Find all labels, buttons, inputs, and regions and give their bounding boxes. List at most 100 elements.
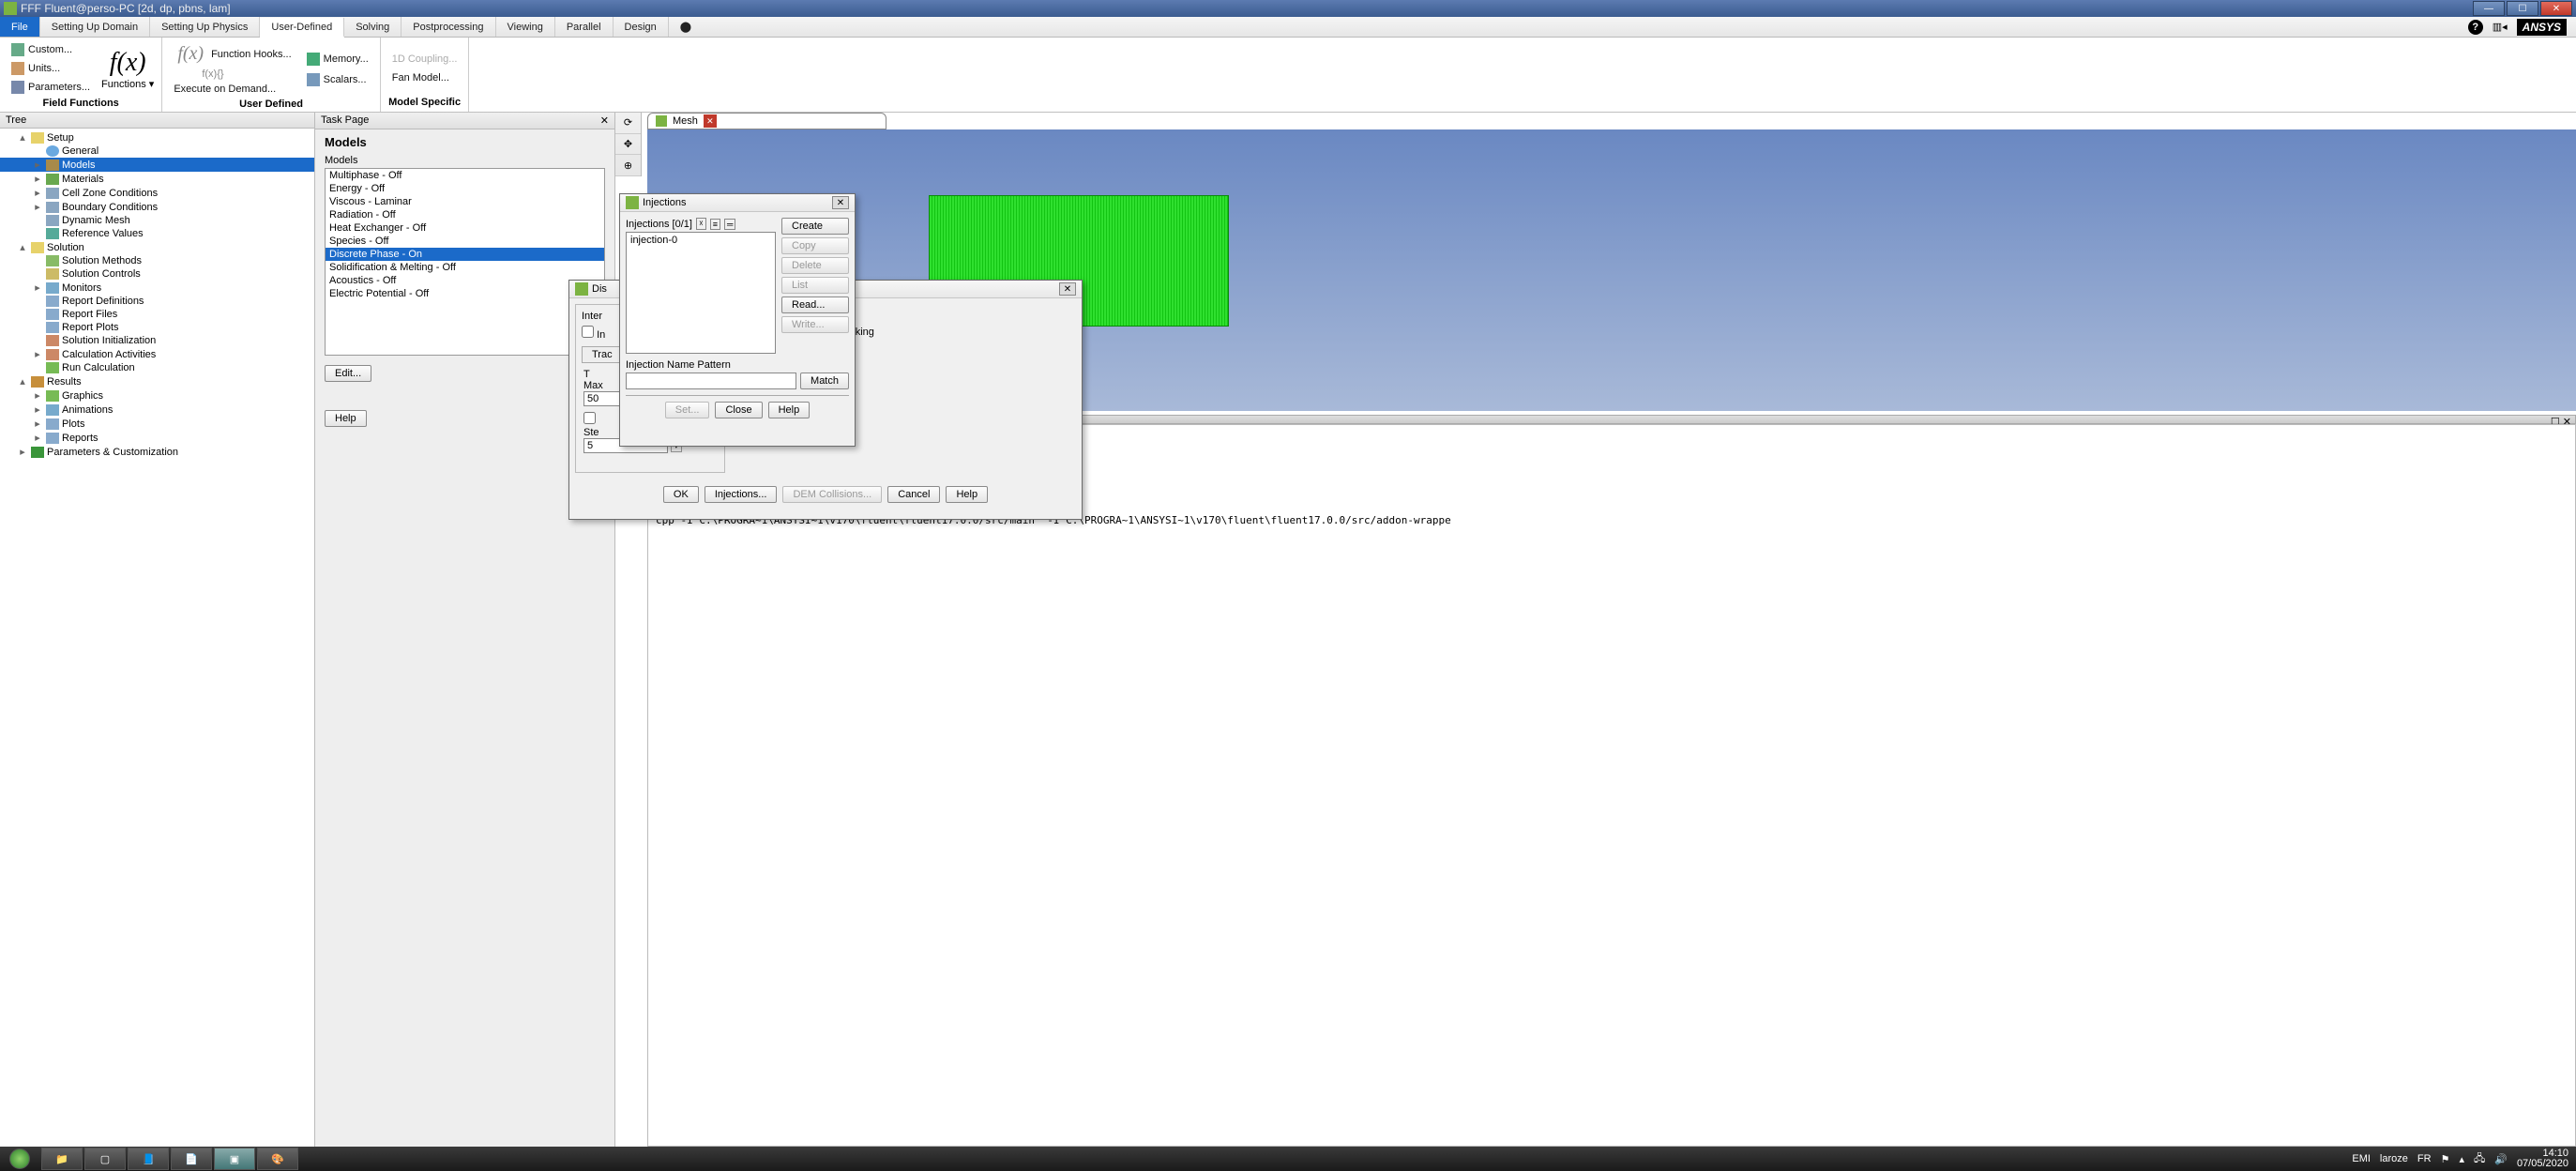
model-species[interactable]: Species - Off [326,235,604,248]
tree-setup[interactable]: Setup [47,132,74,144]
inj-match-button[interactable]: Match [800,373,849,389]
injection-item[interactable]: injection-0 [627,233,775,248]
memory-button[interactable]: Memory... [303,51,372,68]
inj-toggle3-icon[interactable]: ═ [724,219,735,230]
tree-monitors[interactable]: Monitors [62,282,101,294]
taskbar-app3[interactable]: 📘 [128,1148,169,1170]
tree-sol-init[interactable]: Solution Initialization [62,335,156,346]
tree-calc-activities[interactable]: Calculation Activities [62,349,156,360]
dpm-help-button[interactable]: Help [946,486,988,503]
mesh-tab[interactable]: Mesh ✕ [647,113,886,129]
tree-graphics[interactable]: Graphics [62,390,103,402]
tree-results[interactable]: Results [47,376,82,388]
tool-reset-icon[interactable]: ⟳ [615,113,641,134]
minimize-button[interactable]: — [2473,1,2505,16]
custom-button[interactable]: Custom... [8,41,94,58]
tree[interactable]: ▴Setup General ▸Models ▸Materials ▸Cell … [0,129,314,1147]
inj-pattern-input[interactable] [626,373,796,389]
tree-report-files[interactable]: Report Files [62,309,117,320]
tree-param-custom[interactable]: Parameters & Customization [47,447,178,458]
tree-solution[interactable]: Solution [47,242,84,253]
tree-reports[interactable]: Reports [62,433,98,444]
injections-list[interactable]: injection-0 [626,232,776,354]
parameters-button[interactable]: Parameters... [8,79,94,96]
model-radiation[interactable]: Radiation - Off [326,208,604,221]
inj-help-button[interactable]: Help [768,402,811,418]
tree-sol-controls[interactable]: Solution Controls [62,268,141,280]
model-acoustics[interactable]: Acoustics - Off [326,274,604,287]
function-hooks-button[interactable]: f(x)Function Hooks... [170,41,295,67]
task-close-icon[interactable]: ✕ [600,114,609,127]
tab-parallel[interactable]: Parallel [555,17,614,37]
tree-report-def[interactable]: Report Definitions [62,296,144,307]
inj-read-button[interactable]: Read... [781,297,849,313]
tree-report-plots[interactable]: Report Plots [62,322,119,333]
units-button[interactable]: Units... [8,60,94,77]
mesh-tab-close[interactable]: ✕ [704,114,717,128]
execute-on-demand-button[interactable]: Execute on Demand... [170,82,295,97]
model-energy[interactable]: Energy - Off [326,182,604,195]
tree-run-calc[interactable]: Run Calculation [62,362,135,373]
scalars-button[interactable]: Scalars... [303,71,372,88]
models-list[interactable]: Multiphase - Off Energy - Off Viscous - … [325,168,605,356]
model-electric[interactable]: Electric Potential - Off [326,287,604,300]
tree-models[interactable]: Models [62,160,95,171]
taskbar-app2[interactable]: ▢ [84,1148,126,1170]
help-icon[interactable]: ? [2468,20,2483,35]
inj-close-button[interactable]: ✕ [832,196,849,209]
tab-postprocessing[interactable]: Postprocessing [402,17,495,37]
tool-pan-icon[interactable]: ✥ [615,134,641,156]
inj-create-button[interactable]: Create [781,218,849,235]
tree-animations[interactable]: Animations [62,404,113,416]
dpm-close-button[interactable]: ✕ [1059,282,1076,296]
tray-clock[interactable]: 14:10 07/05/2020 [2517,1148,2568,1169]
tray-lang[interactable]: FR [2417,1153,2432,1164]
model-viscous[interactable]: Viscous - Laminar [326,195,604,208]
dpm-tab-tracking[interactable]: Trac [582,346,623,362]
inj-toggle2-icon[interactable]: ≡ [710,219,720,230]
tool-zoom-icon[interactable]: ⊕ [615,155,641,176]
tray-net-icon[interactable]: 🖧 [2474,1150,2485,1168]
tray-vol-icon[interactable]: 🔊 [2494,1153,2508,1165]
maximize-button[interactable]: ☐ [2507,1,2538,16]
tree-boundary[interactable]: Boundary Conditions [62,202,158,213]
edit-button[interactable]: Edit... [325,365,371,382]
tray-flag-icon[interactable]: ⚑ [2441,1153,2450,1165]
taskbar-fluent[interactable]: ▣ [214,1148,255,1170]
dpm-injections-button[interactable]: Injections... [705,486,778,503]
tree-sol-methods[interactable]: Solution Methods [62,255,142,266]
tray-up-icon[interactable]: ▴ [2459,1153,2464,1165]
tree-plots[interactable]: Plots [62,418,84,430]
inj-close-btn[interactable]: Close [715,402,762,418]
tree-materials[interactable]: Materials [62,174,104,185]
fan-model-button[interactable]: Fan Model... [388,70,462,85]
tab-design[interactable]: Design [614,17,669,37]
tab-domain[interactable]: Setting Up Domain [40,17,150,37]
menu-file[interactable]: File [0,17,40,37]
taskbar-paint[interactable]: 🎨 [257,1148,298,1170]
taskbar[interactable]: 📁 ▢ 📘 📄 ▣ 🎨 EMI laroze FR ⚑ ▴ 🖧 🔊 14:10 … [0,1147,2576,1171]
dpm-ok-button[interactable]: OK [663,486,699,503]
model-hx[interactable]: Heat Exchanger - Off [326,221,604,235]
start-button[interactable] [0,1147,39,1171]
close-button[interactable]: ✕ [2540,1,2572,16]
taskbar-app4[interactable]: 📄 [171,1148,212,1170]
tree-general[interactable]: General [62,145,98,157]
model-dpm[interactable]: Discrete Phase - On [326,248,604,261]
layout-icon[interactable]: ▥◂ [2493,21,2508,33]
injections-dialog[interactable]: Injections✕ Injections [0/1] ☓ ≡ ═ injec… [619,193,856,447]
model-solidification[interactable]: Solidification & Melting - Off [326,261,604,274]
functions-button[interactable]: Functions ▾ [101,78,154,90]
tab-physics[interactable]: Setting Up Physics [150,17,260,37]
inj-toggle1-icon[interactable]: ☓ [696,218,706,230]
tree-cell-zone[interactable]: Cell Zone Conditions [62,188,158,199]
tab-solving[interactable]: Solving [344,17,402,37]
tab-user-defined[interactable]: User-Defined [260,18,344,38]
tab-collapse[interactable]: ⬤ [669,17,703,37]
tree-ref-values[interactable]: Reference Values [62,228,144,239]
tree-dynamic-mesh[interactable]: Dynamic Mesh [62,215,130,226]
taskbar-explorer[interactable]: 📁 [41,1148,83,1170]
help-button[interactable]: Help [325,410,367,427]
dpm-cancel-button[interactable]: Cancel [887,486,940,503]
console[interactable]: outlet wall inlet surface_body interior-… [647,424,2576,1147]
